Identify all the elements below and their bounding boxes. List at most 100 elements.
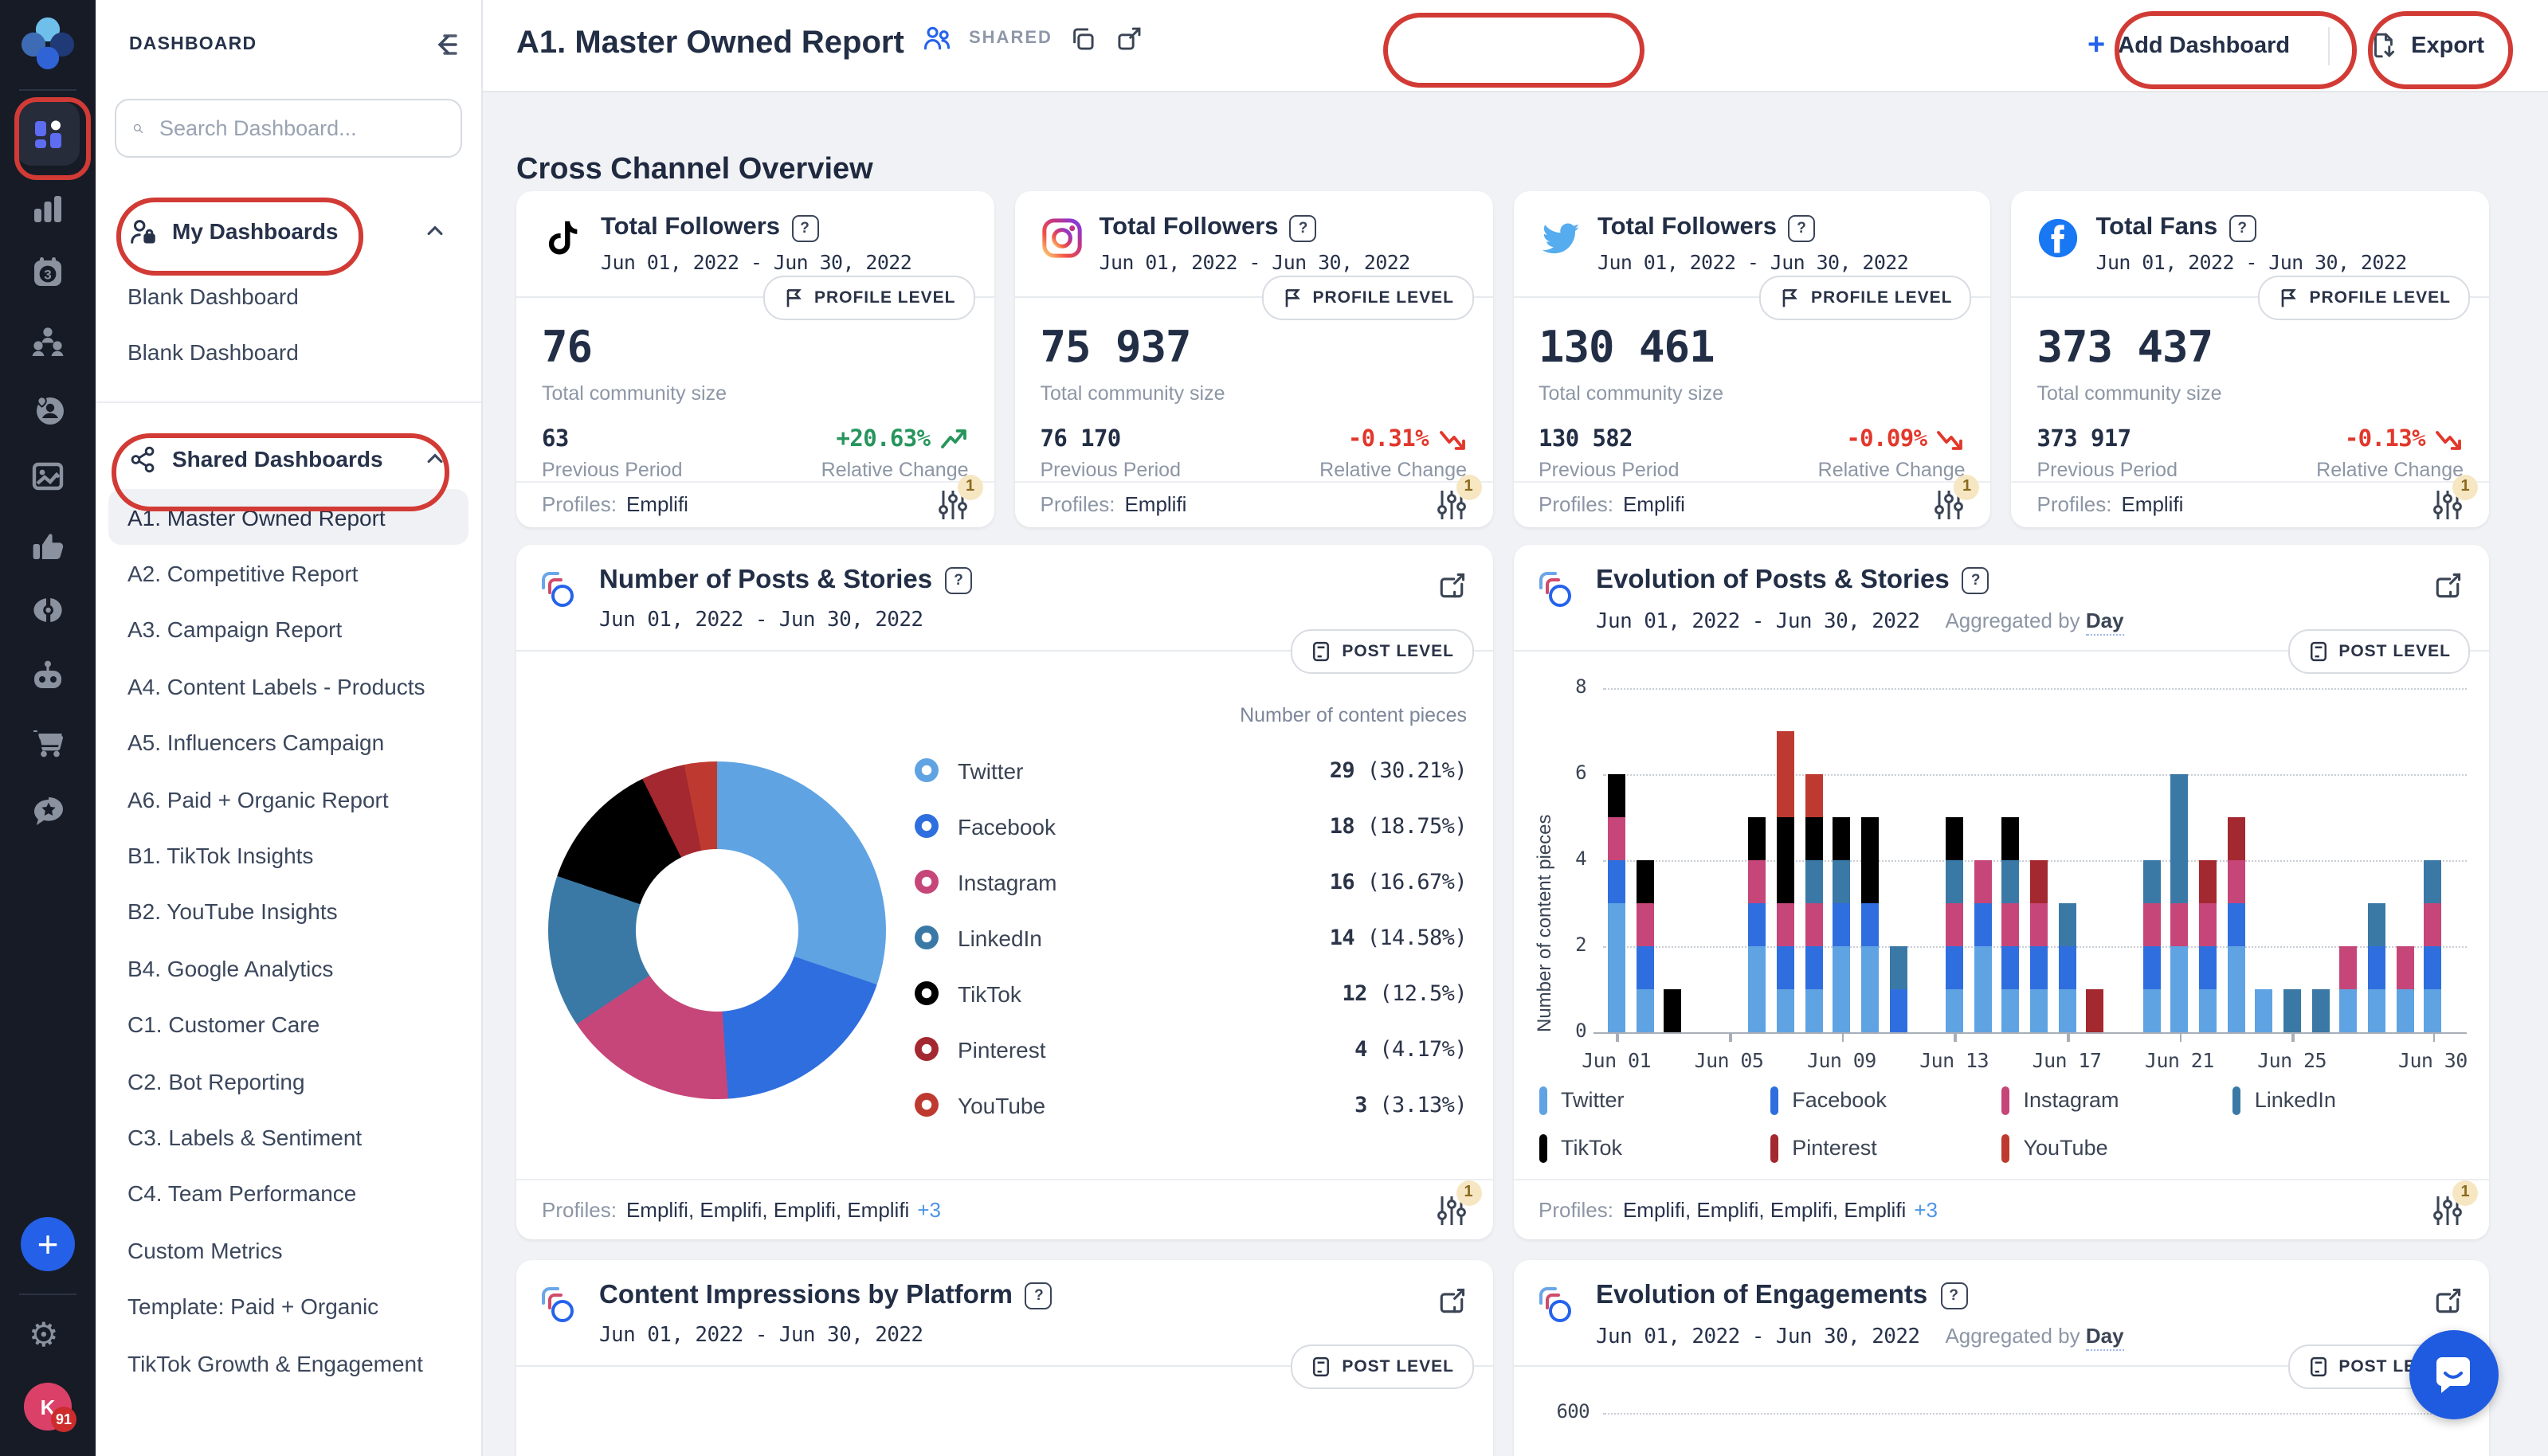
bar-jun-25[interactable]	[2283, 989, 2301, 1032]
sidebar-item-engagement[interactable]	[29, 390, 67, 429]
sidebar-item-community[interactable]	[29, 322, 67, 360]
aggregated-by[interactable]: Aggregated by Day	[1945, 1324, 2124, 1351]
legend-item-youtube[interactable]: YouTube 3 (3.13%)	[915, 1077, 1468, 1133]
legend-item-instagram[interactable]: Instagram 16 (16.67%)	[915, 854, 1468, 910]
bar-jun-27[interactable]	[2339, 946, 2358, 1032]
sidebar-item-listening[interactable]	[29, 591, 67, 629]
bar-jun-16[interactable]	[2029, 860, 2048, 1032]
bar-jun-23[interactable]	[2227, 817, 2244, 1032]
bar-jun-03[interactable]	[1664, 989, 1682, 1032]
filter-sliders-icon[interactable]: 1	[1435, 1180, 1481, 1227]
sidebar-dashboard-item[interactable]: B2. YouTube Insights	[108, 883, 468, 940]
legend-item-tiktok[interactable]: TikTok 12 (12.5%)	[915, 965, 1468, 1021]
bar-jun-30[interactable]	[2424, 860, 2442, 1032]
add-dashboard-button[interactable]: + Add Dashboard	[2072, 21, 2306, 70]
legend-item-pinterest[interactable]: Pinterest	[1770, 1131, 2001, 1164]
bar-jun-01[interactable]	[1607, 774, 1625, 1032]
export-widget-icon[interactable]	[1435, 570, 1467, 602]
sidebar-item-dashboards[interactable]	[16, 102, 80, 166]
legend-item-tiktok[interactable]: TikTok	[1539, 1131, 1770, 1164]
sidebar-dashboard-item[interactable]: A5. Influencers Campaign	[108, 714, 468, 771]
donut-chart[interactable]	[548, 761, 886, 1099]
help-icon[interactable]: ?	[2229, 214, 2256, 241]
bar-jun-17[interactable]	[2058, 903, 2076, 1032]
bar-jun-24[interactable]	[2255, 989, 2273, 1032]
bar-jun-10[interactable]	[1860, 817, 1879, 1032]
emplifi-logo-icon[interactable]	[21, 16, 75, 70]
sidebar-dashboard-item[interactable]: Blank Dashboard	[108, 324, 468, 381]
add-fab-button[interactable]: +	[21, 1217, 75, 1271]
chevron-up-icon[interactable]	[424, 448, 446, 470]
support-chat-button[interactable]	[2409, 1330, 2499, 1419]
chevron-up-icon[interactable]	[424, 220, 446, 242]
bar-jun-07[interactable]	[1776, 731, 1794, 1032]
sidebar-item-reviews[interactable]	[29, 792, 67, 830]
help-icon[interactable]: ?	[1788, 214, 1816, 241]
bar-jun-09[interactable]	[1833, 817, 1851, 1032]
filter-sliders-icon[interactable]: 1	[1435, 474, 1481, 523]
copy-icon[interactable]	[1068, 23, 1099, 53]
profiles-more-link[interactable]: +3	[917, 1198, 941, 1222]
legend-item-twitter[interactable]: Twitter 29 (30.21%)	[915, 742, 1468, 798]
sidebar-item-ads[interactable]	[29, 527, 67, 566]
export-widget-icon[interactable]	[2432, 570, 2464, 602]
filter-sliders-icon[interactable]: 1	[2432, 1180, 2478, 1227]
bar-jun-02[interactable]	[1636, 860, 1653, 1032]
help-icon[interactable]: ?	[1962, 567, 1989, 594]
sidebar-dashboard-item[interactable]: Template: Paid + Organic	[108, 1278, 468, 1335]
bar-jun-14[interactable]	[1974, 860, 1991, 1032]
sidebar-dashboard-item[interactable]: A3. Campaign Report	[108, 602, 468, 659]
sidebar-dashboard-item[interactable]: C2. Bot Reporting	[108, 1053, 468, 1110]
filter-sliders-icon[interactable]: 1	[2432, 474, 2478, 523]
bar-jun-11[interactable]	[1889, 946, 1907, 1032]
bar-jun-13[interactable]	[1945, 817, 1963, 1032]
sidebar-dashboard-item[interactable]: C4. Team Performance	[108, 1165, 468, 1222]
legend-item-facebook[interactable]: Facebook 18 (18.75%)	[915, 798, 1468, 854]
collapse-sidebar-icon[interactable]	[429, 29, 461, 61]
filter-sliders-icon[interactable]: 1	[1934, 474, 1980, 523]
bar-jun-26[interactable]	[2311, 989, 2329, 1032]
bar-jun-29[interactable]	[2396, 946, 2413, 1032]
stacked-bar-chart[interactable]	[1602, 688, 2447, 1032]
search-input[interactable]	[156, 115, 445, 142]
aggregated-by[interactable]: Aggregated by Day	[1945, 609, 2124, 636]
bar-jun-08[interactable]	[1805, 774, 1822, 1032]
sidebar-item-publisher[interactable]: 3	[29, 253, 67, 292]
user-avatar[interactable]: K 91	[24, 1383, 76, 1432]
sidebar-item-analytics[interactable]	[29, 190, 67, 228]
section-shared-dashboards[interactable]: Shared Dashboards	[115, 429, 462, 489]
sidebar-dashboard-item[interactable]: A4. Content Labels - Products	[108, 658, 468, 714]
bar-jun-21[interactable]	[2170, 774, 2189, 1032]
sidebar-dashboard-item[interactable]: TikTok Growth & Engagement	[108, 1335, 468, 1391]
section-my-dashboards[interactable]: My Dashboards	[115, 201, 462, 261]
sidebar-dashboard-item[interactable]: Custom Metrics	[108, 1222, 468, 1278]
legend-item-facebook[interactable]: Facebook	[1770, 1083, 2001, 1117]
help-icon[interactable]: ?	[1289, 214, 1317, 241]
sidebar-item-content[interactable]	[29, 457, 67, 495]
bar-jun-18[interactable]	[2086, 989, 2104, 1032]
sidebar-dashboard-item[interactable]: A1. Master Owned Report	[108, 489, 468, 546]
settings-gear-icon[interactable]: ⚙	[29, 1317, 59, 1356]
help-icon[interactable]: ?	[1940, 1282, 1968, 1309]
filter-sliders-icon[interactable]: 1	[937, 474, 983, 523]
bar-jun-06[interactable]	[1748, 817, 1766, 1032]
bar-jun-28[interactable]	[2367, 903, 2385, 1032]
bar-jun-20[interactable]	[2142, 860, 2160, 1032]
sidebar-item-commerce[interactable]	[29, 723, 67, 761]
help-icon[interactable]: ?	[945, 567, 973, 594]
legend-item-linkedin[interactable]: LinkedIn 14 (14.58%)	[915, 910, 1468, 965]
bar-jun-15[interactable]	[2001, 817, 2020, 1032]
sidebar-dashboard-item[interactable]: A6. Paid + Organic Report	[108, 771, 468, 828]
sidebar-dashboard-item[interactable]: B1. TikTok Insights	[108, 828, 468, 884]
legend-item-youtube[interactable]: YouTube	[2001, 1131, 2232, 1164]
export-widget-icon[interactable]	[1435, 1286, 1467, 1317]
sidebar-item-bot[interactable]	[29, 656, 67, 695]
help-icon[interactable]: ?	[1025, 1282, 1053, 1309]
legend-item-twitter[interactable]: Twitter	[1539, 1083, 1770, 1117]
export-widget-icon[interactable]	[2432, 1286, 2464, 1317]
sidebar-dashboard-item[interactable]: C3. Labels & Sentiment	[108, 1110, 468, 1166]
legend-item-pinterest[interactable]: Pinterest 4 (4.17%)	[915, 1021, 1468, 1077]
legend-item-linkedin[interactable]: LinkedIn	[2232, 1083, 2464, 1117]
profiles-more-link[interactable]: +3	[1914, 1198, 1938, 1222]
open-external-icon[interactable]	[1115, 23, 1145, 53]
